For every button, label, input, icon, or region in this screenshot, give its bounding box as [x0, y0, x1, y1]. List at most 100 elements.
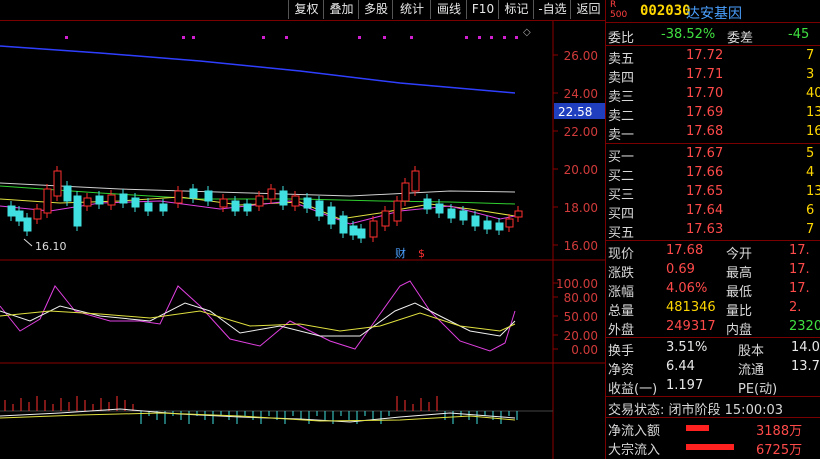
- price-tick-label: 24.00: [564, 87, 598, 101]
- bid-price: 17.64: [686, 203, 724, 218]
- bid-price: 17.63: [686, 222, 724, 237]
- price-tick-label: 18.00: [564, 201, 598, 215]
- quote-label: 涨跌: [608, 266, 635, 281]
- signal-dot: [65, 36, 68, 39]
- trade-status-row: 交易状态: 闭市阶段 15:00:03: [606, 398, 820, 418]
- candle-body: [83, 197, 92, 207]
- stock-name[interactable]: 达安基因: [686, 3, 742, 23]
- bid-label: 买二: [608, 169, 635, 184]
- weibi-value: -38.52%: [661, 27, 716, 42]
- toolbar-button-3[interactable]: 统计: [392, 0, 431, 19]
- candle-body: [349, 225, 358, 236]
- ask-label: 卖三: [608, 90, 635, 105]
- signal-dot: [490, 36, 493, 39]
- ask-row: 卖二 17.69 13: [606, 104, 820, 124]
- fund-value-2: 14.0: [791, 340, 820, 355]
- signal-dot: [192, 36, 195, 39]
- candle-body: [159, 203, 168, 212]
- flow-label: 净流入额: [608, 424, 661, 439]
- ask-price: 17.71: [686, 67, 724, 82]
- candle-body: [189, 188, 198, 199]
- rating-badge: R 500: [610, 0, 628, 20]
- fund-label-2: PE(动): [738, 382, 778, 397]
- candle-body: [303, 197, 312, 209]
- price-tick-label: 16.00: [564, 239, 598, 253]
- candle-body: [483, 220, 492, 230]
- bid-label: 买四: [608, 207, 635, 222]
- stock-code[interactable]: 002030: [640, 3, 691, 19]
- chart-area[interactable]: 26.00 24.00 22.00 20.00 18.00 16.00 22.58 ◇ 16.1…: [0, 21, 605, 459]
- candle-body: [73, 195, 82, 227]
- toolbar-button-6[interactable]: 标记: [498, 0, 534, 19]
- fund-value-2: 13.7: [791, 359, 820, 374]
- ask-label: 卖一: [608, 128, 635, 143]
- candle-body: [63, 185, 72, 202]
- candle-body: [327, 206, 336, 225]
- candle-body: [53, 170, 62, 197]
- kdj-tick-label: 0.00: [571, 343, 598, 357]
- signal-dot: [358, 36, 361, 39]
- bid-volume: 5: [806, 146, 815, 161]
- flow-row: 大宗流入 6725万: [606, 438, 820, 458]
- bid-label: 买五: [608, 226, 635, 241]
- panel-separator: [606, 396, 820, 397]
- quote-value-2: 17.: [789, 281, 810, 296]
- quote-row: 涨幅 4.06% 最低 17.: [606, 280, 820, 300]
- ask-price: 17.72: [686, 48, 724, 63]
- quote-label: 现价: [608, 247, 635, 262]
- candle-body: [435, 203, 444, 214]
- kdj-d-line: [0, 310, 516, 332]
- weicha-value: -45: [788, 27, 810, 42]
- toolbar-button-0[interactable]: 复权: [288, 0, 324, 19]
- panel-separator: [606, 337, 820, 338]
- quote-value: 249317: [666, 319, 716, 334]
- fund-row: 收益(一) 1.197 PE(动): [606, 377, 820, 397]
- toolbar-button-4[interactable]: 画线: [430, 0, 467, 19]
- flow-bar: [686, 425, 709, 431]
- signal-dot: [478, 36, 481, 39]
- toolbar-button-7[interactable]: -自选: [533, 0, 571, 19]
- candle-body: [315, 200, 324, 217]
- quote-value: 0.69: [666, 262, 695, 277]
- quote-value-2: 2.: [789, 300, 802, 315]
- panel-separator: [606, 240, 820, 241]
- fund-row: 换手 3.51% 股本 14.0: [606, 339, 820, 359]
- weibi-row: 委比 -38.52% 委差 -45: [606, 26, 820, 46]
- ask-row: 卖一 17.68 16: [606, 123, 820, 143]
- fund-value: 6.44: [666, 359, 695, 374]
- candle-body: [339, 215, 348, 234]
- ask-volume: 3: [806, 67, 815, 82]
- fund-label: 净资: [608, 363, 635, 378]
- bid-row: 买一 17.67 5: [606, 145, 820, 165]
- ask-price: 17.68: [686, 124, 724, 139]
- ask-label: 卖二: [608, 109, 635, 124]
- signal-dot: [515, 36, 518, 39]
- stock-header: R 500 002030 达安基因: [606, 0, 820, 23]
- ask-volume: 7: [806, 48, 815, 63]
- candle-body: [291, 195, 300, 207]
- bid-volume: 6: [806, 203, 815, 218]
- fund-label-2: 股本: [738, 344, 765, 359]
- quote-row: 外盘 249317 内盘 2320: [606, 318, 820, 338]
- bid-row: 买四 17.64 6: [606, 202, 820, 222]
- ask-row: 卖三 17.70 40: [606, 85, 820, 105]
- quote-row: 涨跌 0.69 最高 17.: [606, 261, 820, 281]
- toolbar-button-2[interactable]: 多股: [358, 0, 393, 19]
- quote-value: 17.68: [666, 243, 704, 258]
- toolbar-button-1[interactable]: 叠加: [323, 0, 359, 19]
- quote-value-2: 17.: [789, 262, 810, 277]
- bid-row: 买三 17.65 13: [606, 183, 820, 203]
- candle-body: [471, 215, 480, 227]
- kdj-tick-label: 50.00: [564, 310, 598, 324]
- fund-label: 收益(一): [608, 382, 658, 397]
- bid-label: 买一: [608, 150, 635, 165]
- toolbar-button-8[interactable]: 返回: [570, 0, 606, 19]
- stock-chart-svg[interactable]: 26.00 24.00 22.00 20.00 18.00 16.00 22.58 ◇ 16.1…: [0, 21, 605, 459]
- toolbar-button-5[interactable]: F10: [466, 0, 499, 19]
- quote-row: 总量 481346 量比 2.: [606, 299, 820, 319]
- quote-label: 涨幅: [608, 285, 635, 300]
- quote-value: 4.06%: [666, 281, 708, 296]
- signal-dot: [465, 36, 468, 39]
- ma-long-line: [0, 45, 516, 94]
- weicha-label: 委差: [727, 31, 754, 46]
